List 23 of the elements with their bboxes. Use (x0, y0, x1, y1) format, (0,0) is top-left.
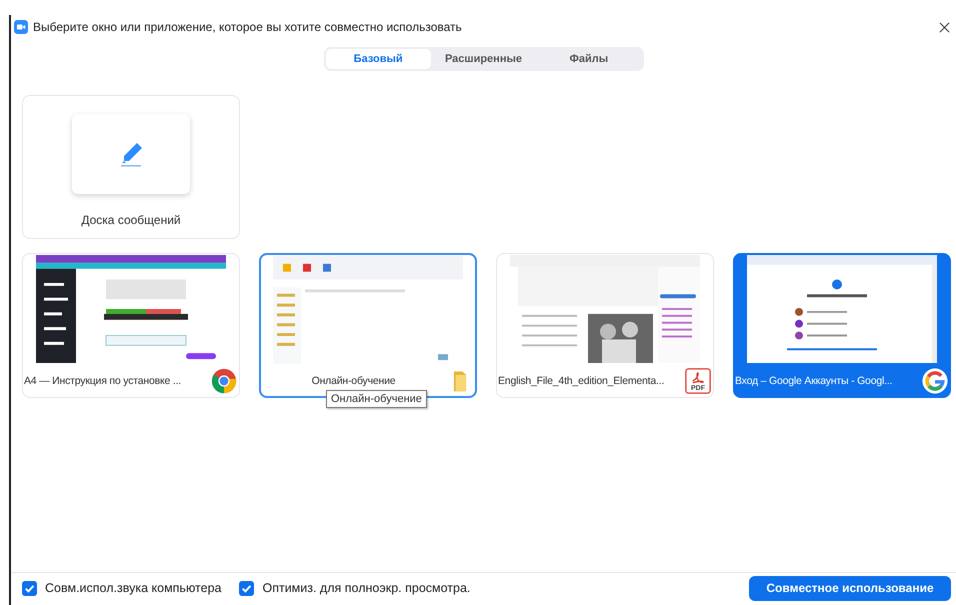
tab[interactable]: Файлы (536, 49, 642, 69)
window-label: Вход – Google Аккаунты - Googl... (735, 375, 894, 387)
checkbox-label: Совм.испол.звука компьютера (45, 581, 222, 595)
checkbox[interactable] (239, 580, 254, 596)
camera-app-icon (14, 20, 28, 34)
tab[interactable]: Расширенные (430, 49, 536, 69)
tooltip: Онлайн-обучение (326, 390, 427, 408)
window-card[interactable]: A4 — Инструкция по установке ... (22, 253, 240, 398)
pdf-icon (685, 368, 711, 394)
chrome-icon (211, 368, 237, 394)
window-title: Выберите окно или приложение, которое вы хотите совместно использовать (33, 20, 463, 34)
window-card[interactable]: Вход – Google Аккаунты - Googl... (733, 253, 951, 398)
google-icon (922, 368, 948, 394)
checkbox[interactable] (22, 580, 37, 596)
tab[interactable]: Базовый (326, 49, 431, 69)
close-icon[interactable] (939, 22, 950, 32)
checkbox-label: Оптимиз. для полноэкр. просмотра. (262, 581, 470, 595)
share-button[interactable]: Совместное использование (749, 576, 951, 600)
card-label: Доска сообщений (81, 213, 181, 227)
whiteboard-card[interactable]: Доска сообщений (22, 95, 240, 239)
window-label: English_File_4th_edition_Elementa... (498, 375, 666, 387)
window-label: Онлайн-обучение (310, 375, 396, 387)
window-label: A4 — Инструкция по установке ... (24, 375, 182, 387)
